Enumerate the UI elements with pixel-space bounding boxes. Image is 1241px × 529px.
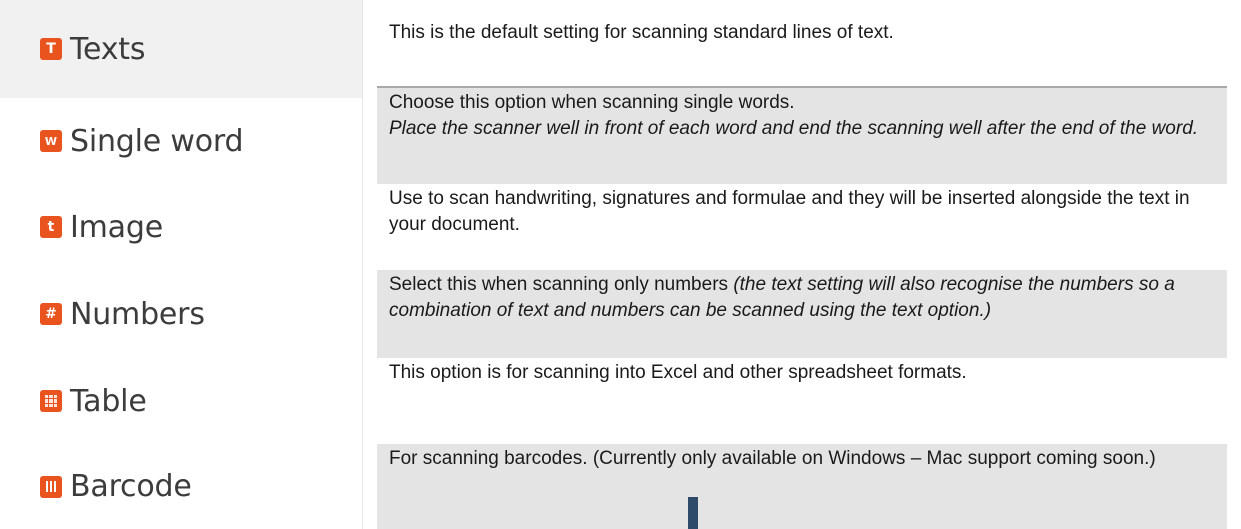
text-cursor: [688, 497, 698, 529]
menu-item-numbers[interactable]: # Numbers: [0, 270, 362, 358]
menu-item-image[interactable]: t Image: [0, 184, 362, 270]
menu-item-label: Image: [70, 209, 163, 245]
menu-item-table[interactable]: Table: [0, 358, 362, 444]
table-mode-icon: [40, 390, 62, 412]
description-barcode: For scanning barcodes. (Currently only a…: [377, 444, 1227, 529]
description-image: Use to scan handwriting, signatures and …: [377, 184, 1227, 270]
numbers-mode-icon: #: [40, 303, 62, 325]
description-table: This option is for scanning into Excel a…: [377, 358, 1227, 444]
single-word-mode-icon: W: [40, 130, 62, 152]
description-text: Use to scan handwriting, signatures and …: [389, 188, 1190, 235]
scan-mode-menu: T Texts W Single word t Image # Numbers …: [0, 0, 363, 529]
description-texts: This is the default setting for scanning…: [377, 18, 1227, 86]
description-text: Select this when scanning only numbers: [389, 274, 734, 295]
menu-item-single-word[interactable]: W Single word: [0, 98, 362, 184]
menu-item-label: Numbers: [70, 296, 205, 332]
description-numbers: Select this when scanning only numbers (…: [377, 270, 1227, 358]
barcode-mode-icon: [40, 475, 62, 498]
description-text: Choose this option when scanning single …: [389, 92, 795, 113]
image-mode-icon: t: [40, 216, 62, 238]
description-text: For scanning barcodes. (Currently only a…: [389, 448, 1156, 469]
description-single-word: Choose this option when scanning single …: [377, 88, 1227, 184]
menu-item-label: Single word: [70, 123, 244, 159]
text-mode-icon: T: [40, 38, 62, 60]
menu-item-label: Texts: [70, 31, 146, 67]
menu-item-label: Table: [70, 383, 147, 419]
menu-item-texts[interactable]: T Texts: [0, 0, 362, 98]
menu-item-barcode[interactable]: Barcode: [0, 444, 362, 529]
description-text: This option is for scanning into Excel a…: [389, 362, 967, 383]
description-text: This is the default setting for scanning…: [389, 22, 894, 43]
description-note: Place the scanner well in front of each …: [389, 118, 1199, 139]
menu-item-label: Barcode: [70, 469, 192, 504]
